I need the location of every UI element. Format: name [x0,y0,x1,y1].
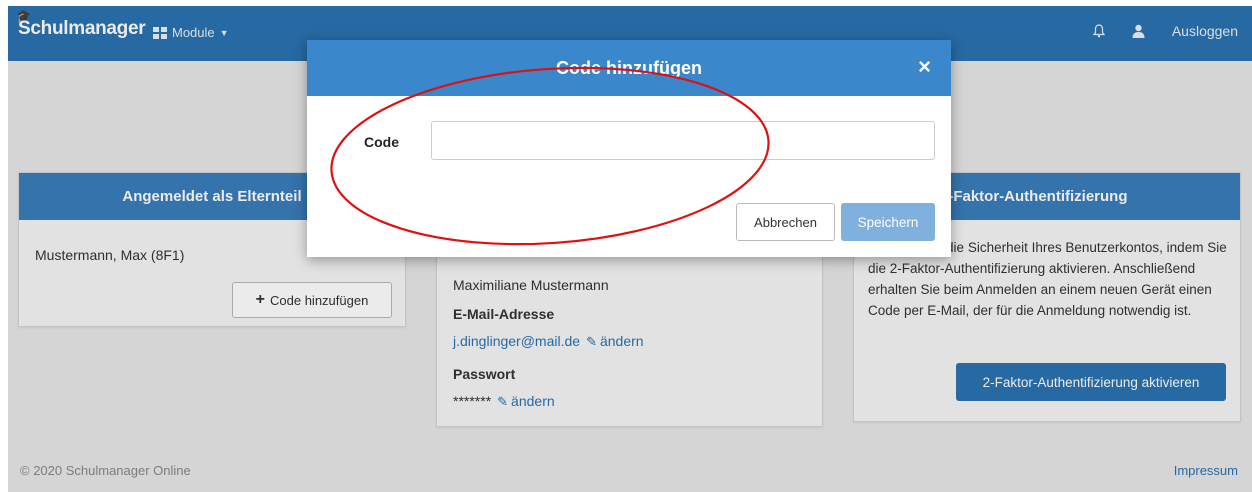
save-button[interactable]: Speichern [841,203,935,241]
modal-title: Code hinzufügen [556,58,702,78]
code-input[interactable] [431,121,935,160]
add-code-modal: Code hinzufügen × Code Abbrechen Speiche… [307,40,951,257]
close-icon[interactable]: × [918,54,931,80]
app-window: 🎓 Schulmanager Module ▼ Ausloggen Angeme… [8,6,1252,492]
cancel-button[interactable]: Abbrechen [736,203,835,241]
modal-header: Code hinzufügen × [307,40,951,96]
code-label: Code [364,134,399,150]
